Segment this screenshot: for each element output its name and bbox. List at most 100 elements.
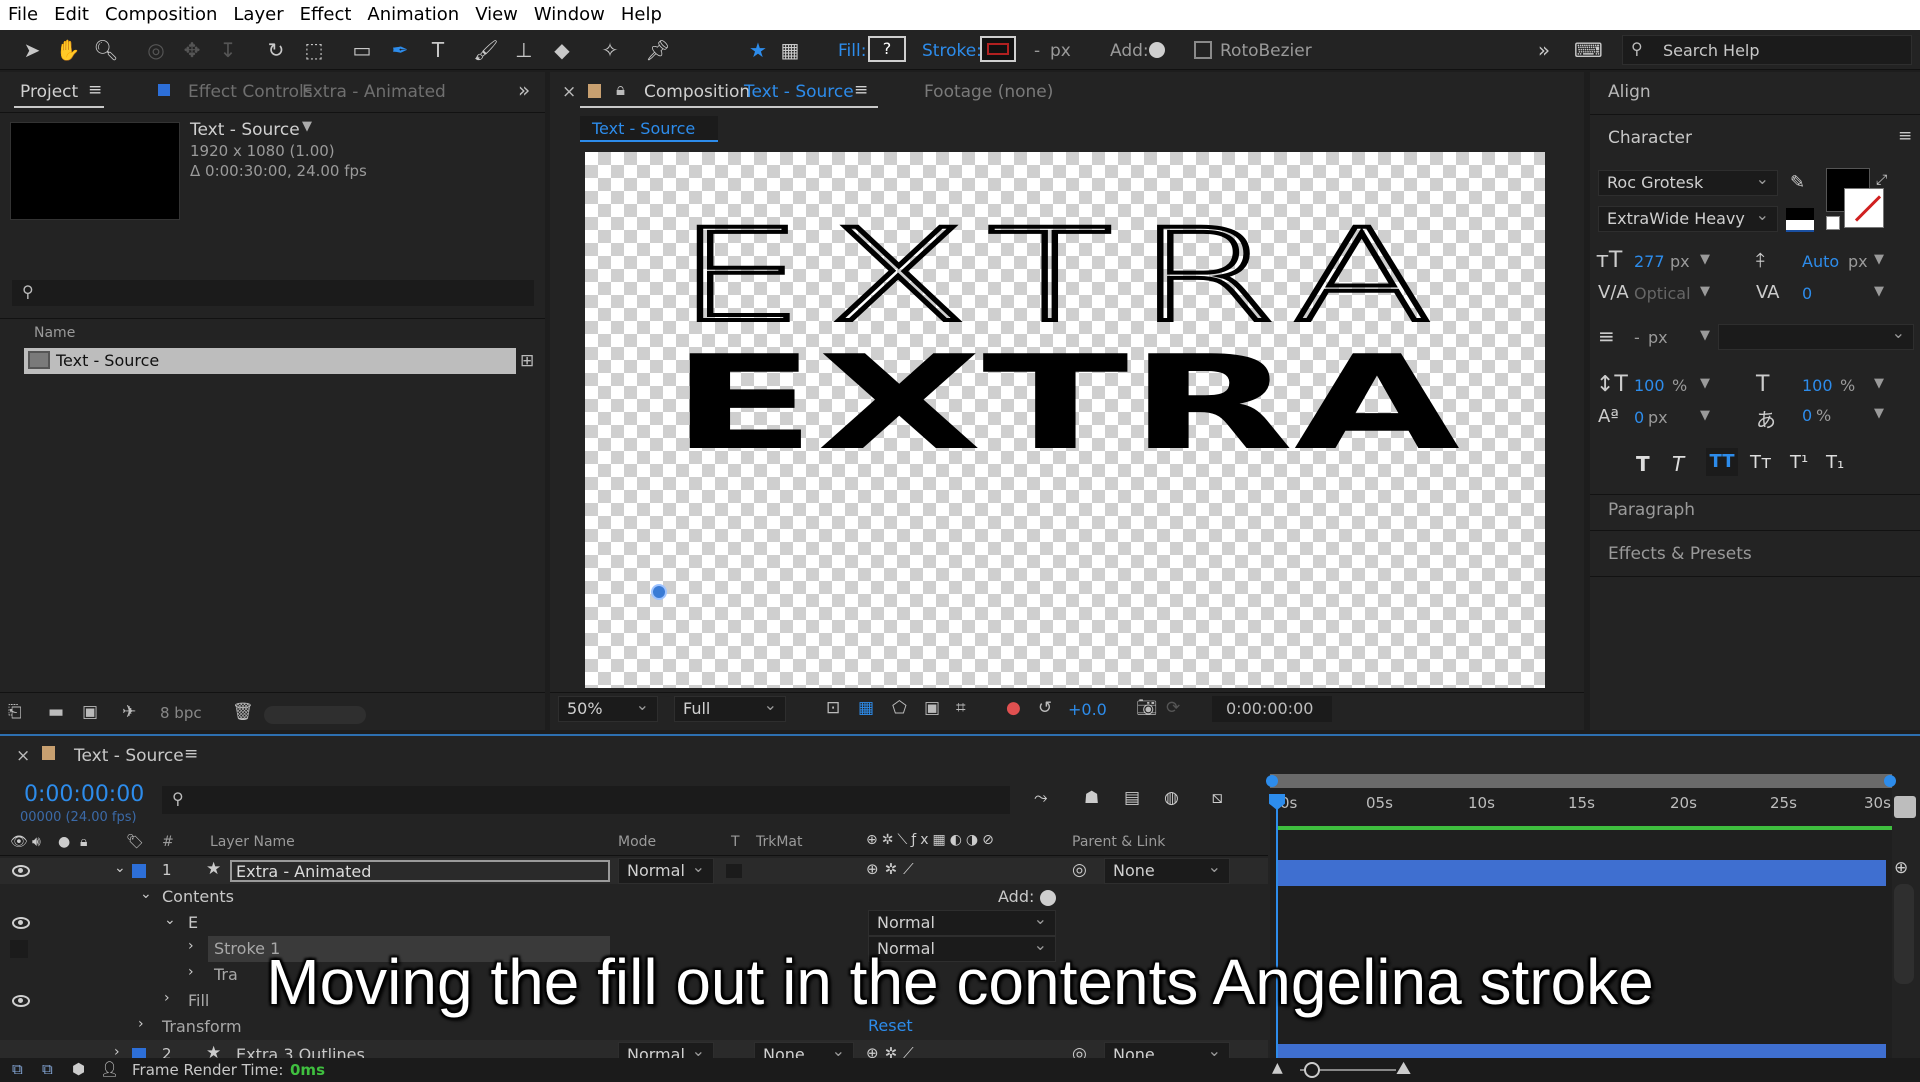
kerning-dropdown-icon[interactable]: ▼ (1700, 284, 1710, 299)
twirl-down-icon[interactable]: ⌄ (114, 860, 126, 876)
shape-group-row[interactable]: ⌄ E Normal (0, 907, 1268, 936)
small-caps-icon[interactable]: Tᴛ (1750, 452, 1771, 473)
region-of-interest-icon[interactable]: ▣ (924, 698, 940, 718)
rotobezier-checkbox[interactable] (1194, 41, 1212, 59)
lock-icon[interactable]: 🔒︎ (616, 80, 625, 100)
puppet-pin-icon[interactable]: 📌︎ (644, 36, 672, 64)
channels-icon[interactable]: ● (1006, 698, 1021, 718)
time-ruler[interactable]: 0s 05s 10s 15s 20s 25s 30s (1270, 790, 1892, 820)
zoom-in-icon[interactable]: ⛰ (1396, 1058, 1411, 1079)
no-fill-icon[interactable] (1826, 216, 1840, 230)
tab-footage[interactable]: Footage (none) (924, 82, 1053, 102)
zoom-tool-icon[interactable]: 🔍︎ (92, 36, 120, 64)
stroke-width-dropdown-icon[interactable]: ▼ (1700, 328, 1710, 343)
leading-dropdown-icon[interactable]: ▼ (1874, 252, 1884, 267)
subscript-icon[interactable]: T₁ (1826, 452, 1844, 473)
panel-menu-icon[interactable]: ≡ (184, 744, 198, 764)
modes-toggle-icon[interactable]: ⧉ (42, 1060, 53, 1078)
bit-depth-button[interactable]: 8 bpc (160, 704, 202, 722)
project-search-input[interactable]: ⚲ (12, 280, 534, 306)
col-name-header[interactable]: Name (34, 325, 75, 341)
zoom-slider-thumb[interactable] (1304, 1062, 1320, 1078)
mask-visibility-icon[interactable]: ⬠ (892, 698, 907, 718)
kerning-value[interactable]: Optical (1634, 284, 1691, 303)
leading-value[interactable]: Auto (1802, 252, 1839, 271)
hand-tool-icon[interactable]: ✋ (54, 36, 82, 64)
tracking-value[interactable]: 0 (1802, 284, 1812, 303)
tsume-dropdown-icon[interactable]: ▼ (1874, 406, 1884, 421)
menu-layer[interactable]: Layer (225, 0, 291, 30)
shy-layers-icon[interactable]: ☗ (1084, 788, 1099, 808)
navigator-start-handle[interactable] (1266, 775, 1278, 787)
faux-bold-icon[interactable]: T (1636, 452, 1650, 476)
set-to-black-white-icon[interactable] (1786, 208, 1814, 232)
swap-colors-icon[interactable]: ⤢ (1876, 172, 1887, 188)
menu-edit[interactable]: Edit (46, 0, 97, 30)
time-navigator[interactable] (1266, 774, 1896, 788)
mask-mode-icon[interactable]: ▦ (776, 36, 804, 64)
mode-header[interactable]: Mode (618, 834, 656, 850)
panel-menu-icon[interactable]: ≡ (1898, 126, 1912, 146)
vertical-scale-value[interactable]: 100 (1634, 376, 1665, 395)
menu-composition[interactable]: Composition (97, 0, 225, 30)
timeline-graph[interactable]: 0s 05s 10s 15s 20s 25s 30s (1266, 774, 1896, 1064)
expand-panels-icon[interactable]: » (518, 78, 530, 102)
timeline-search-input[interactable]: ⚲ (162, 786, 1010, 814)
parent-link-header[interactable]: Parent & Link (1072, 834, 1165, 850)
reset-exposure-icon[interactable]: ↺ (1038, 698, 1052, 718)
comp-dropdown-icon[interactable]: ▼ (302, 119, 312, 134)
blend-mode-dropdown[interactable]: Normal (618, 855, 714, 884)
baseline-shift-dropdown-icon[interactable]: ▼ (1700, 408, 1710, 423)
transparency-grid-icon[interactable]: ▦ (858, 698, 874, 718)
zoom-out-icon[interactable]: ▲ (1272, 1060, 1283, 1076)
magnification-dropdown[interactable]: 50% (558, 693, 658, 722)
trkmat-header[interactable]: TrkMat (756, 834, 803, 850)
faux-italic-icon[interactable]: T (1672, 452, 1684, 476)
stroke-style-dropdown[interactable] (1718, 321, 1914, 350)
flowchart-icon[interactable]: ⊞ (520, 351, 534, 371)
orbit-camera-icon[interactable]: ◎ (142, 36, 170, 64)
label-column-icon[interactable]: 🏷︎ (126, 834, 144, 850)
font-size-value[interactable]: 277 (1634, 252, 1665, 271)
add-shape-button[interactable] (1040, 890, 1056, 906)
twirl-down-icon[interactable]: ⌄ (140, 886, 152, 902)
comp-viewer-canvas[interactable]: EXTRA EXTRA (585, 152, 1545, 688)
horizontal-scale-dropdown-icon[interactable]: ▼ (1874, 376, 1884, 391)
search-help-field[interactable]: ⚲ Search Help (1622, 35, 1912, 65)
tracking-dropdown-icon[interactable]: ▼ (1874, 284, 1884, 299)
render-queue-icon[interactable]: ✈ (122, 702, 136, 722)
expand-toolbar-icon[interactable]: » (1530, 36, 1558, 64)
fill-swatch[interactable]: ? (868, 36, 906, 62)
project-item-row[interactable]: Text - Source (24, 348, 516, 374)
tab-project[interactable]: Project (20, 82, 78, 102)
tab-composition[interactable]: Composition (644, 82, 750, 102)
frame-blending-icon[interactable]: ▤ (1124, 788, 1140, 808)
clone-stamp-icon[interactable]: ⊥ (510, 36, 538, 64)
paragraph-panel-header[interactable]: Paragraph (1608, 500, 1695, 520)
font-size-dropdown-icon[interactable]: ▼ (1700, 252, 1710, 267)
workspace-icon[interactable]: ⌨ (1574, 36, 1603, 64)
star-shape-icon[interactable]: ★ (744, 36, 772, 64)
layer-row[interactable]: ⌄ 1 ★ Extra - Animated Normal ⊕✲⟋ ◎ None (0, 855, 1268, 884)
work-area-bar[interactable] (1276, 826, 1892, 830)
comp-mini-flowchart-icon[interactable]: ⤳ (1034, 788, 1048, 808)
superscript-icon[interactable]: T¹ (1790, 452, 1808, 473)
all-caps-icon[interactable]: TT (1706, 448, 1738, 476)
close-tab-icon[interactable]: × (562, 82, 576, 102)
font-family-dropdown[interactable]: Roc Grotesk (1598, 167, 1778, 196)
panel-menu-icon[interactable]: ≡ (854, 80, 868, 100)
layer-name-header[interactable]: Layer Name (210, 834, 295, 850)
rectangle-tool-icon[interactable]: ▭ (348, 36, 376, 64)
effects-presets-header[interactable]: Effects & Presets (1608, 544, 1752, 564)
fast-preview-icon[interactable]: ⊡ (826, 698, 840, 718)
comp-marker-bin-icon[interactable] (1894, 796, 1916, 818)
comp-breadcrumb[interactable]: Text - Source (580, 116, 718, 142)
new-folder-icon[interactable]: ▬ (48, 702, 64, 722)
stroke-width-value[interactable]: - (1034, 41, 1040, 61)
layer-switches[interactable]: ⊕✲⟋ (866, 860, 920, 878)
pan-camera-icon[interactable]: ✥ (178, 36, 206, 64)
stroke-width-value[interactable]: - (1634, 328, 1640, 347)
menu-view[interactable]: View (467, 0, 526, 30)
layer-label-color[interactable] (132, 864, 146, 878)
panel-menu-icon[interactable]: ≡ (88, 80, 102, 100)
